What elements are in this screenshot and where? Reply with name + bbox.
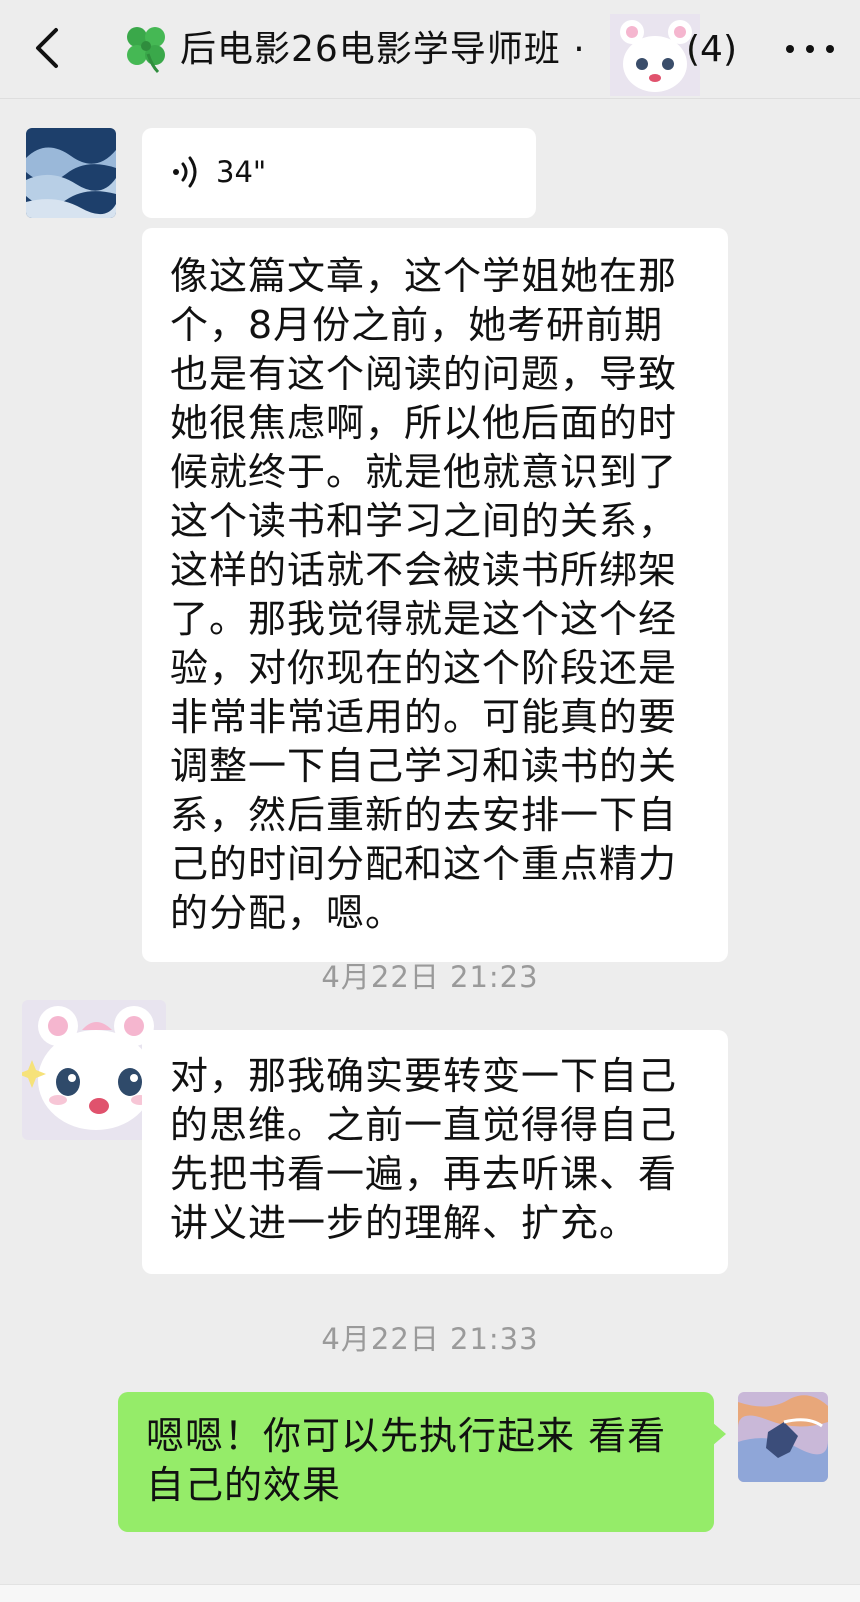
back-arrow-icon bbox=[36, 28, 58, 68]
message-bubble[interactable]: 对，那我确实要转变一下自己的思维。之前一直觉得得自己先把书看一遍，再去听课、看讲… bbox=[142, 1030, 728, 1274]
chat-window: 后电影26电影学导师班 · (4) 34" 像这篇文章，这个学姐她在那个，8月份… bbox=[0, 0, 860, 1602]
more-dots-icon bbox=[786, 45, 794, 53]
voice-message-bubble[interactable]: 34" bbox=[142, 128, 536, 218]
bubble-tail bbox=[712, 1422, 726, 1446]
chat-title-area[interactable]: 后电影26电影学导师班 · (4) bbox=[120, 14, 740, 96]
message-timestamp: 4月22日 21:23 bbox=[321, 960, 539, 994]
voice-duration: 34" bbox=[216, 155, 267, 189]
my-avatar[interactable] bbox=[738, 1392, 828, 1482]
more-options-button[interactable] bbox=[780, 30, 840, 66]
message-bubble[interactable]: 像这篇文章，这个学姐她在那个，8月份之前，她考研前期也是有这个阅读的问题，导致她… bbox=[142, 228, 728, 962]
clover-icon bbox=[127, 27, 165, 74]
my-message-bubble[interactable]: 嗯嗯！你可以先执行起来 看看自己的效果 bbox=[118, 1392, 714, 1532]
chat-header: 后电影26电影学导师班 · (4) bbox=[0, 0, 860, 99]
back-button[interactable] bbox=[26, 22, 74, 74]
member-count: (4) bbox=[686, 29, 737, 70]
sender-avatar-mentor[interactable] bbox=[26, 128, 116, 218]
input-bar-edge bbox=[0, 1584, 860, 1602]
voice-wave-icon bbox=[173, 156, 197, 188]
chat-title: 后电影26电影学导师班 · bbox=[180, 29, 586, 70]
message-timestamp: 4月22日 21:33 bbox=[321, 1322, 539, 1356]
